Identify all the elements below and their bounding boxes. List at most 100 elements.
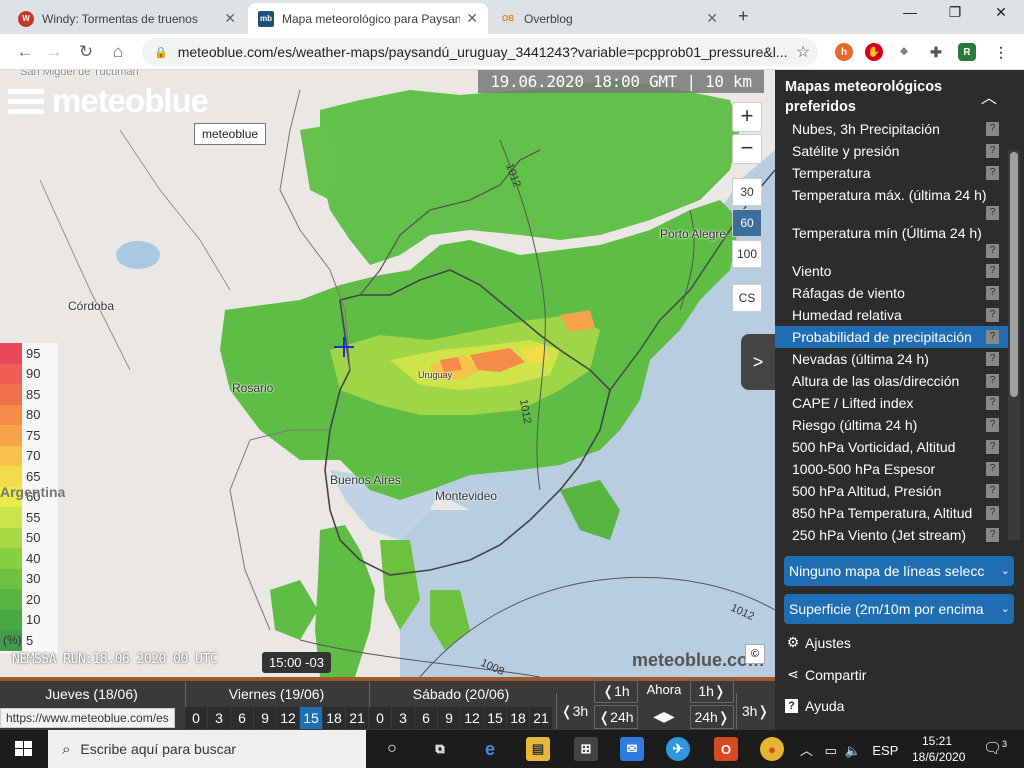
line-map-select[interactable]: Ninguno mapa de líneas selecc ⌄	[784, 556, 1014, 586]
help-icon[interactable]: ?	[986, 396, 999, 410]
back-24h-button[interactable]: ❬24h	[594, 705, 638, 729]
forward-1h-button[interactable]: 1h❭	[690, 679, 734, 703]
maximize-icon[interactable]: ❐	[940, 4, 970, 21]
close-tab-icon[interactable]: ✕	[466, 10, 478, 27]
scale-100-button[interactable]: 100	[732, 240, 762, 268]
cortana-icon[interactable]: ○	[380, 737, 404, 761]
volume-icon[interactable]: 🔈	[845, 743, 861, 758]
taskbar-search[interactable]: ⌕ Escribe aquí para buscar	[48, 730, 366, 768]
zoom-out-button[interactable]: −	[732, 134, 762, 164]
map-list-item[interactable]: Probabilidad de precipitación	[775, 326, 1008, 348]
dropbox-icon[interactable]: ❖	[895, 43, 913, 61]
map-list-item[interactable]: CAPE / Lifted index	[775, 392, 1008, 414]
share-link[interactable]: ⋖ Compartir	[785, 666, 866, 683]
map-list-item[interactable]: Temperatura mín (Última 24 h)	[775, 222, 1008, 244]
map-list-item[interactable]: 1000-500 hPa Espesor	[775, 458, 1008, 480]
hour-button[interactable]: 6	[231, 707, 253, 729]
map-list-item[interactable]: 500 hPa Altitud, Presión	[775, 480, 1008, 502]
home-icon[interactable]: ⌂	[107, 42, 129, 62]
forward-24h-button[interactable]: 24h❭	[690, 705, 734, 729]
close-tab-icon[interactable]: ✕	[706, 10, 718, 27]
chevron-up-icon[interactable]: ︿	[981, 84, 997, 108]
hamburger-menu-icon[interactable]	[8, 84, 44, 119]
adblock-icon[interactable]: ✋	[865, 43, 883, 61]
edge-icon[interactable]: e	[478, 737, 502, 761]
map-list-item[interactable]: Altura de las olas/dirección	[775, 370, 1008, 392]
bookmark-star-icon[interactable]: ☆	[788, 42, 818, 62]
hour-button[interactable]: 15	[484, 707, 506, 729]
hour-button[interactable]: 15	[300, 707, 322, 729]
taskbar-clock[interactable]: 15:21 18/6/2020	[912, 733, 965, 765]
radio-icon[interactable]: R	[958, 43, 976, 61]
help-icon[interactable]: ?	[986, 308, 999, 322]
puzzle-icon[interactable]: ✚	[927, 43, 945, 61]
help-icon[interactable]: ?	[986, 440, 999, 454]
file-explorer-icon[interactable]: ▤	[526, 737, 550, 761]
hour-button[interactable]: 0	[185, 707, 207, 729]
map-list-item[interactable]: Riesgo (última 24 h)	[775, 414, 1008, 436]
tab-windy[interactable]: W Windy: Tormentas de truenos ✕	[8, 3, 246, 34]
map-list-item[interactable]: Temperatura máx. (última 24 h)	[775, 184, 1008, 206]
hour-button[interactable]: 18	[507, 707, 529, 729]
level-select[interactable]: Superficie (2m/10m por encima ⌄	[784, 594, 1014, 624]
hour-button[interactable]: 18	[323, 707, 345, 729]
extension-icon[interactable]: h	[835, 43, 853, 61]
close-icon[interactable]: ✕	[986, 4, 1016, 21]
map-list-item[interactable]: Satélite y presión	[775, 140, 1008, 162]
back-icon[interactable]: ←	[14, 42, 36, 62]
app-icon[interactable]: ✈	[666, 737, 690, 761]
close-tab-icon[interactable]: ✕	[224, 10, 236, 27]
chevron-up-icon[interactable]: ︿	[800, 743, 813, 758]
hour-button[interactable]: 21	[346, 707, 368, 729]
map-list-item[interactable]: Temperatura	[775, 162, 1008, 184]
map-list-item[interactable]: Nubes, 3h Precipitación	[775, 118, 1008, 140]
help-icon[interactable]: ?	[986, 122, 999, 136]
hour-button[interactable]: 12	[277, 707, 299, 729]
help-icon[interactable]: ?	[986, 330, 999, 344]
windows-start-icon[interactable]	[15, 741, 33, 757]
help-icon[interactable]: ?	[986, 264, 999, 278]
play-arrows-button[interactable]: ◀▶	[640, 705, 688, 729]
help-icon[interactable]: ?	[986, 166, 999, 180]
help-icon[interactable]: ?	[986, 286, 999, 300]
day-label[interactable]: Jueves (18/06)	[0, 682, 183, 707]
reload-icon[interactable]: ↻	[75, 42, 97, 62]
help-icon[interactable]: ?	[986, 206, 999, 220]
back-1h-button[interactable]: ❬1h	[594, 679, 638, 703]
hour-button[interactable]: 12	[461, 707, 483, 729]
mail-icon[interactable]: ✉	[620, 737, 644, 761]
day-label[interactable]: Viernes (19/06)	[185, 682, 367, 707]
hour-button[interactable]: 9	[254, 707, 276, 729]
hour-button[interactable]: 3	[392, 707, 414, 729]
back-3h-button[interactable]: ❬3h	[556, 693, 592, 729]
weather-map[interactable]: 1012 1012 1012 1008 San Miguel de Tucumá…	[0, 70, 775, 677]
now-button[interactable]: Ahora	[640, 679, 688, 703]
chrome-icon[interactable]: ●	[760, 737, 784, 761]
help-icon[interactable]: ?	[986, 418, 999, 432]
settings-link[interactable]: ⚙ Ajustes	[785, 634, 851, 651]
new-tab-button[interactable]: +	[738, 6, 749, 27]
meteoblue-logo[interactable]: meteoblue	[8, 82, 209, 120]
network-icon[interactable]: ▭	[825, 743, 837, 758]
menu-icon[interactable]: ⋮	[992, 43, 1010, 61]
panel-toggle-arrow[interactable]: >	[741, 334, 775, 390]
copyright-icon[interactable]: ©	[745, 644, 765, 664]
map-list-item[interactable]: 500 hPa Vorticidad, Altitud	[775, 436, 1008, 458]
task-view-icon[interactable]: ⧉	[428, 737, 452, 761]
hour-button[interactable]: 21	[530, 707, 552, 729]
notification-icon[interactable]: 🗨3	[983, 739, 1007, 757]
address-bar[interactable]: 🔒 meteoblue.com/es/weather-maps/paysandú…	[142, 38, 818, 66]
day-label[interactable]: Sábado (20/06)	[369, 682, 552, 707]
map-list-item[interactable]: Nevadas (última 24 h)	[775, 348, 1008, 370]
store-icon[interactable]: ⊞	[574, 737, 598, 761]
hour-button[interactable]: 0	[369, 707, 391, 729]
office-icon[interactable]: O	[714, 737, 738, 761]
help-icon[interactable]: ?	[986, 462, 999, 476]
help-icon[interactable]: ?	[986, 528, 999, 542]
help-icon[interactable]: ?	[986, 244, 999, 258]
hour-button[interactable]: 3	[208, 707, 230, 729]
map-list-item[interactable]: Ráfagas de viento	[775, 282, 1008, 304]
map-list-item[interactable]: 250 hPa Viento (Jet stream)	[775, 524, 1008, 546]
panel-scrollbar[interactable]	[1008, 150, 1020, 540]
map-list-item[interactable]: Viento	[775, 260, 1008, 282]
